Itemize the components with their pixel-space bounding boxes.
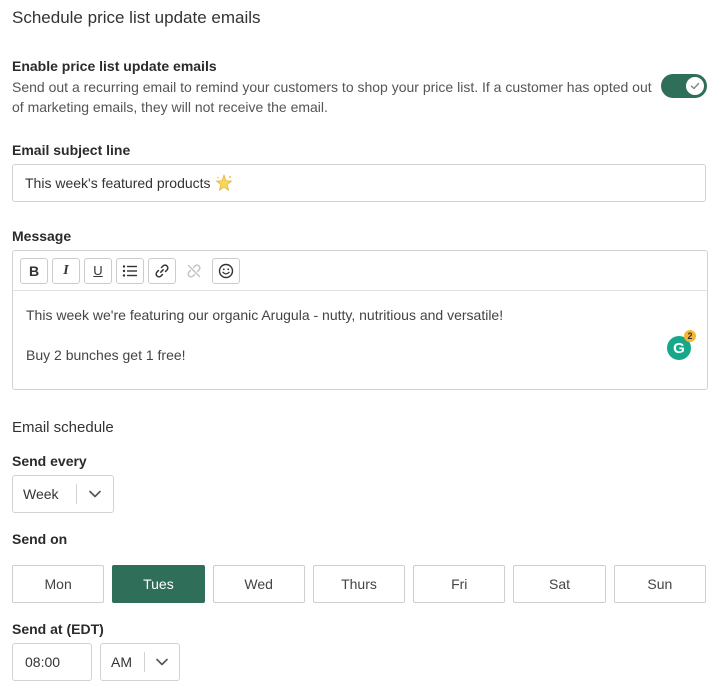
- link-icon: [155, 263, 169, 278]
- toggle-knob: [686, 77, 704, 95]
- send-every-label: Send every: [12, 453, 87, 469]
- subject-value: This week's featured products: [25, 175, 211, 191]
- enable-toggle[interactable]: [661, 74, 707, 98]
- chevron-down-icon: [145, 658, 179, 666]
- time-value: 08:00: [25, 654, 61, 670]
- bullet-list-icon: [122, 264, 137, 277]
- italic-button[interactable]: I: [52, 257, 80, 284]
- enable-heading: Enable price list update emails: [12, 58, 217, 74]
- check-icon: [690, 82, 700, 90]
- page-title: Schedule price list update emails: [12, 8, 261, 27]
- day-button-sat[interactable]: Sat: [513, 565, 606, 603]
- subject-input[interactable]: This week's featured products: [12, 164, 706, 202]
- day-button-wed[interactable]: Wed: [212, 565, 305, 603]
- bold-label: B: [28, 262, 40, 279]
- bold-button[interactable]: B: [20, 257, 48, 284]
- underline-label: U: [93, 263, 103, 278]
- editor-body[interactable]: This week we're featuring our organic Ar…: [13, 291, 707, 379]
- message-label: Message: [12, 228, 72, 244]
- sparkle-icon: [215, 174, 233, 192]
- time-input[interactable]: 08:00: [12, 643, 92, 681]
- ampm-select[interactable]: AM: [100, 643, 180, 681]
- day-button-sun[interactable]: Sun: [613, 565, 706, 603]
- grammarly-badge: 2: [684, 330, 696, 342]
- message-line: Buy 2 bunches get 1 free!: [26, 347, 186, 363]
- link-button[interactable]: [148, 257, 176, 284]
- chevron-down-icon: [77, 490, 113, 498]
- editor-toolbar: B I U: [13, 251, 707, 291]
- ampm-value: AM: [111, 654, 132, 670]
- subject-label: Email subject line: [12, 142, 131, 158]
- day-button-mon[interactable]: Mon: [12, 565, 105, 603]
- send-on-label: Send on: [12, 531, 68, 547]
- bullet-list-button[interactable]: [116, 257, 144, 284]
- emoji-icon: [218, 263, 234, 278]
- message-editor[interactable]: B I U This week we're featuring our orga…: [12, 250, 708, 390]
- day-button-tues[interactable]: Tues: [112, 565, 205, 603]
- unlink-icon: [187, 263, 201, 278]
- day-button-thurs[interactable]: Thurs: [312, 565, 406, 603]
- enable-description: Send out a recurring email to remind you…: [12, 79, 652, 115]
- day-button-fri[interactable]: Fri: [413, 565, 506, 603]
- send-every-value: Week: [23, 486, 59, 502]
- unlink-button[interactable]: [180, 257, 208, 284]
- underline-button[interactable]: U: [84, 257, 112, 284]
- italic-label: I: [63, 262, 69, 278]
- email-schedule-title: Email schedule: [12, 419, 114, 436]
- send-every-select[interactable]: Week: [12, 475, 114, 513]
- message-line: This week we're featuring our organic Ar…: [26, 307, 504, 323]
- emoji-button[interactable]: [212, 257, 240, 284]
- day-selector: Mon Tues Wed Thurs Fri Sat Sun: [12, 565, 706, 603]
- send-at-label: Send at (EDT): [12, 621, 104, 637]
